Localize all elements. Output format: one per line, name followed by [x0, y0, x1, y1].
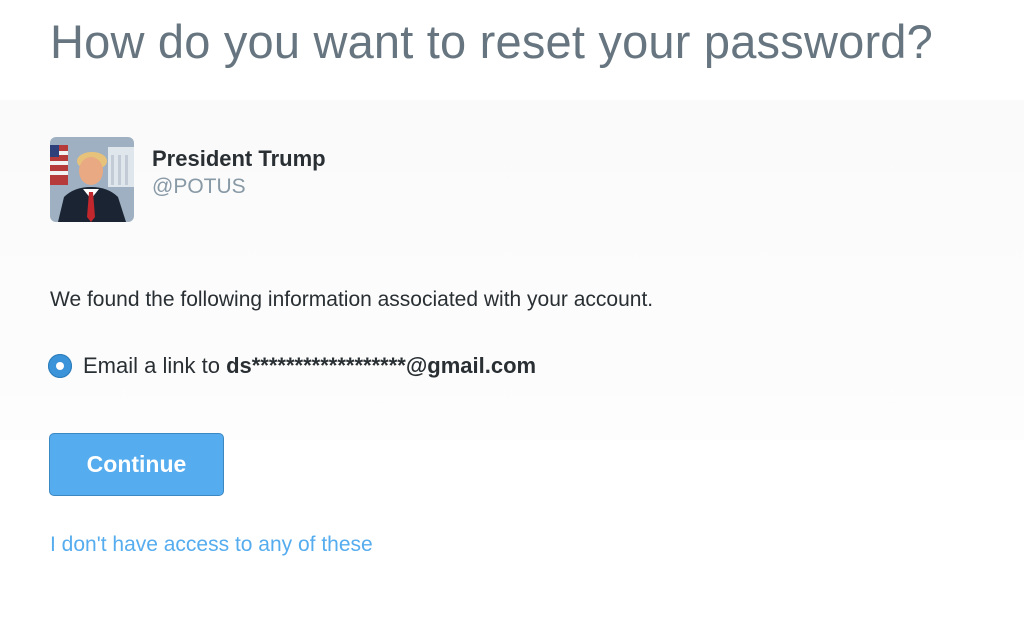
radio-dot	[56, 362, 64, 370]
account-details: President Trump @POTUS	[152, 145, 326, 201]
account-card: President Trump @POTUS	[50, 137, 326, 222]
radio-selected-icon[interactable]	[48, 354, 72, 378]
info-text: We found the following information assoc…	[50, 288, 654, 311]
masked-email: ds******************@gmail.com	[226, 353, 537, 378]
email-option-label[interactable]: Email a link to ds******************@gma…	[83, 353, 536, 379]
password-reset-page: How do you want to reset your password? …	[0, 0, 1024, 626]
account-handle: @POTUS	[152, 175, 246, 198]
continue-button[interactable]: Continue	[49, 433, 224, 496]
email-link-option[interactable]: Email a link to ds******************@gma…	[48, 353, 536, 379]
account-name: President Trump	[152, 146, 326, 171]
email-option-prefix: Email a link to	[83, 353, 227, 378]
page-title: How do you want to reset your password?	[50, 15, 933, 68]
avatar	[50, 137, 134, 222]
no-access-link[interactable]: I don't have access to any of these	[50, 533, 373, 557]
